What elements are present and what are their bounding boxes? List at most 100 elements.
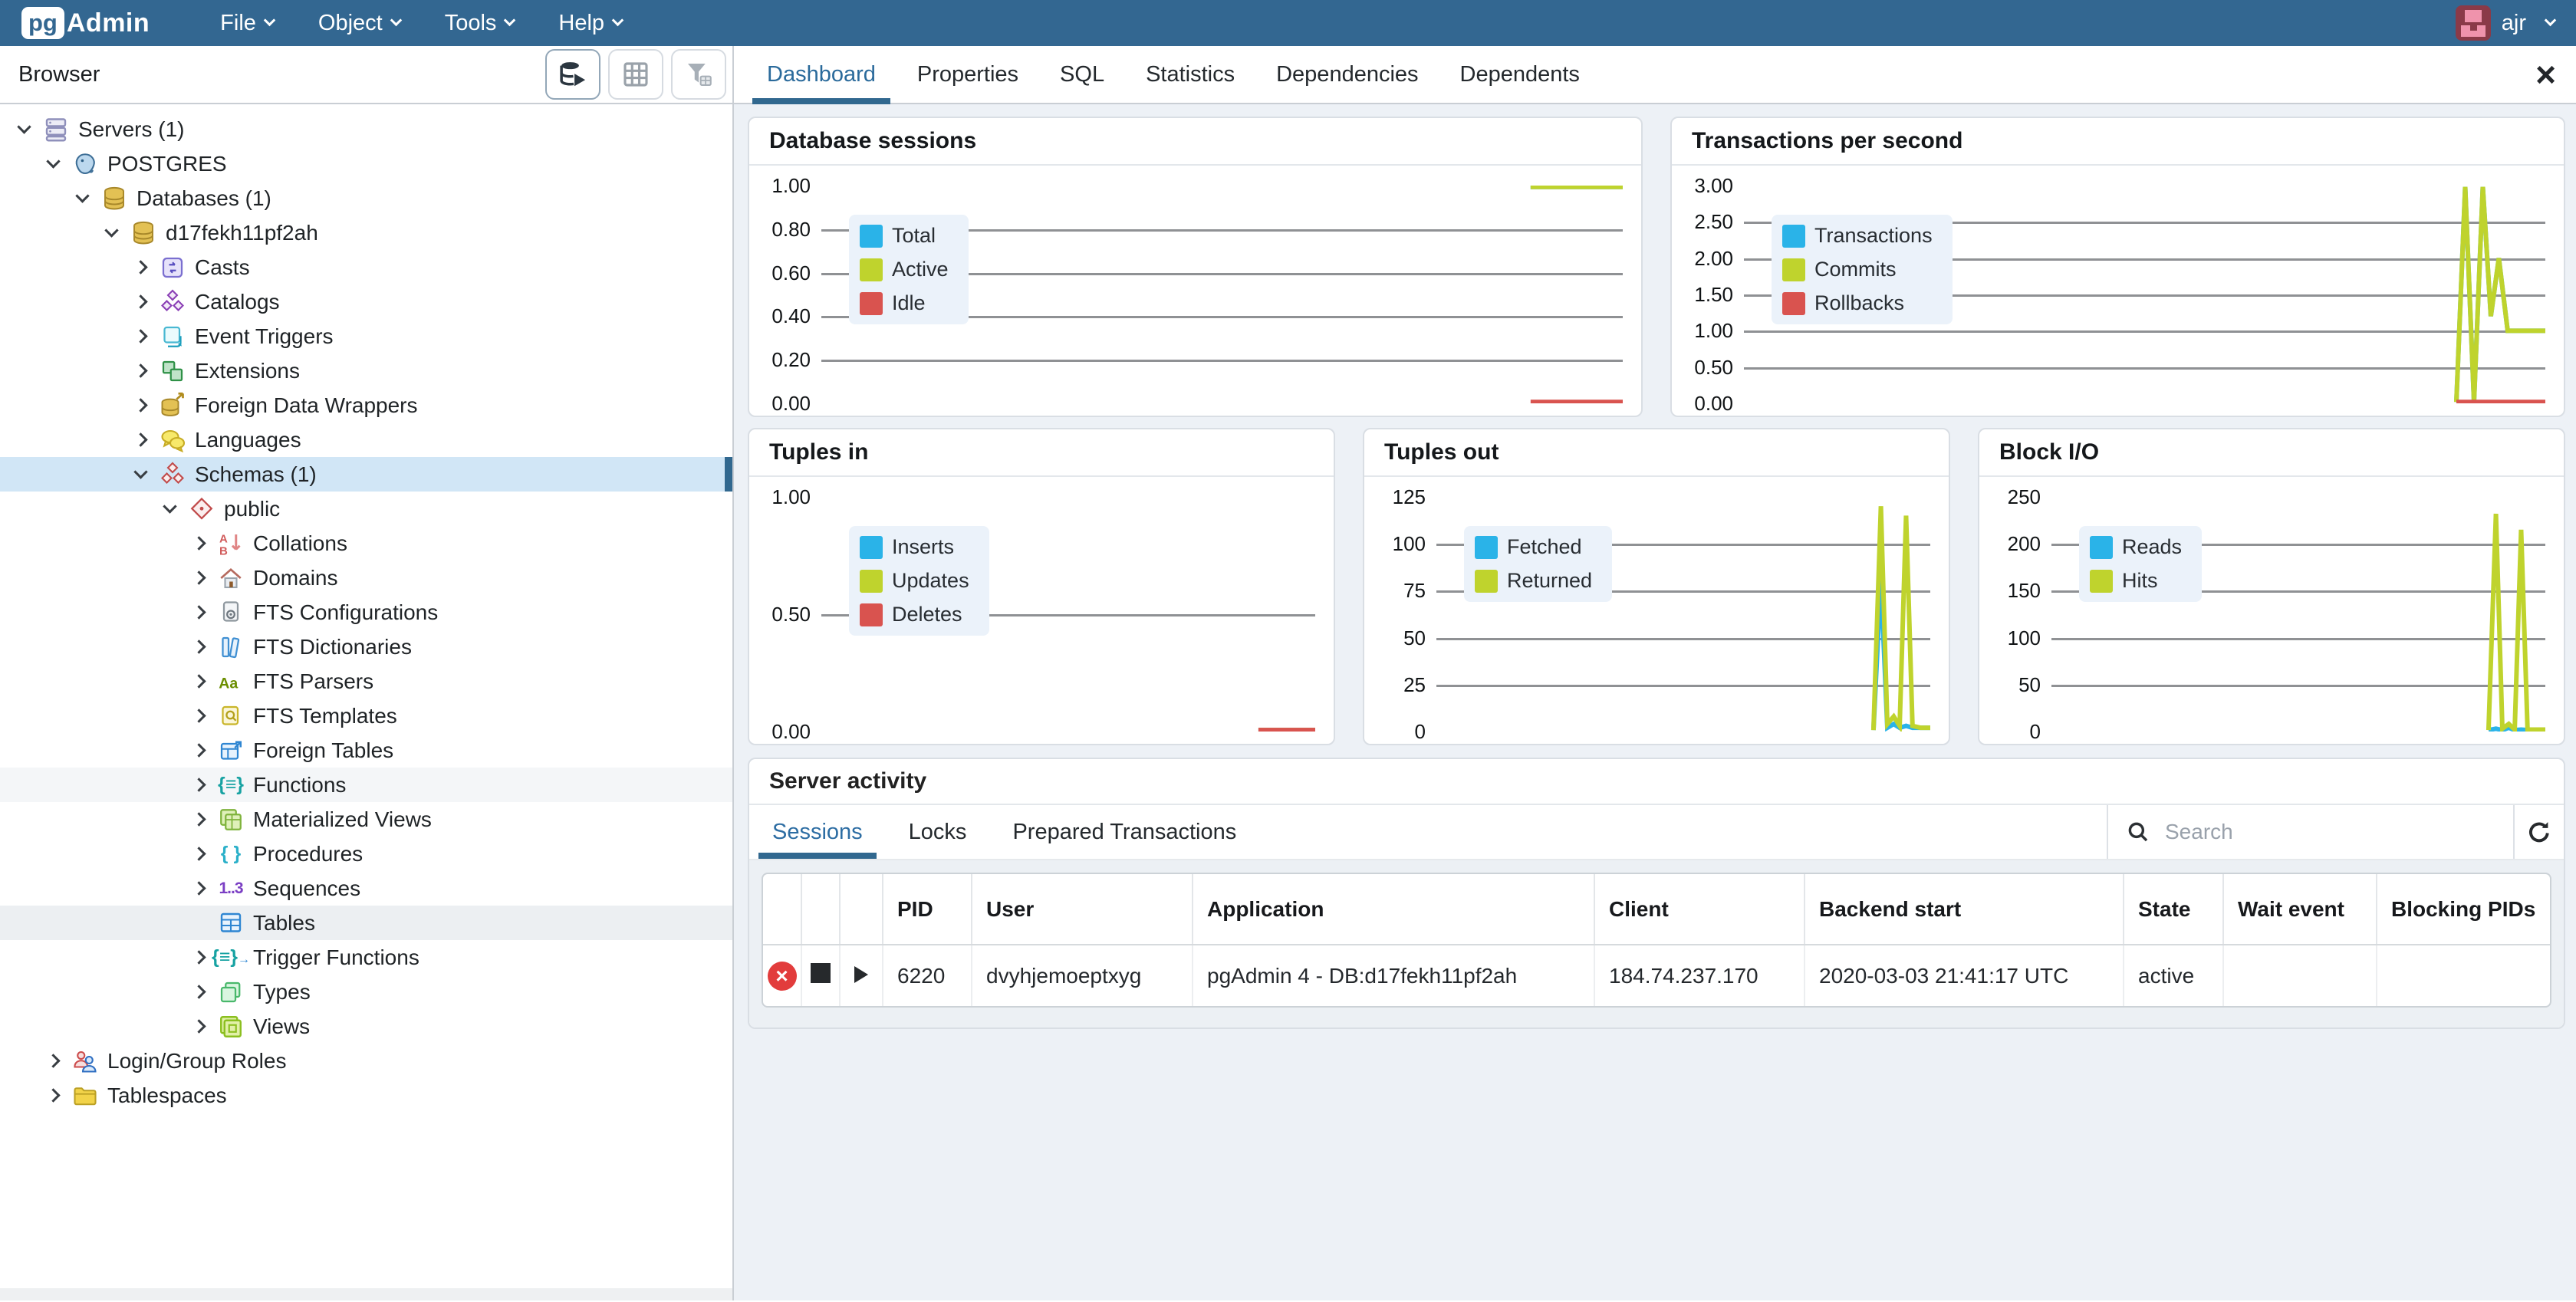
chevron-down-icon [612,15,624,27]
chevron-down-icon[interactable] [17,120,31,133]
tree-item-label: public [224,497,280,521]
chevron-right-icon[interactable] [46,1088,60,1102]
tree-item-fts-parsers[interactable]: AaFTS Parsers [0,664,732,699]
table-row[interactable]: ×6220dvyhjemoeptxygpgAdmin 4 - DB:d17fek… [763,945,2550,1006]
legend-swatch [860,570,883,593]
chevron-right-icon[interactable] [192,709,206,722]
cancel-query-icon[interactable] [811,963,831,983]
column-header-application: Application [1193,874,1594,945]
chevron-right-icon[interactable] [192,570,206,584]
tree-item-postgres[interactable]: POSTGRES [0,146,732,181]
fts-templates-icon [216,702,245,731]
tree-item-materialized-views[interactable]: Materialized Views [0,802,732,837]
refresh-button[interactable] [2513,805,2564,859]
tab-dependents[interactable]: Dependents [1439,46,1601,103]
tree-item-extensions[interactable]: Extensions [0,353,732,388]
column-header-client: Client [1594,874,1805,945]
chevron-right-icon[interactable] [46,1054,60,1067]
tree-item-sequences[interactable]: 1..3Sequences [0,871,732,906]
tree-item-databases-1[interactable]: Databases (1) [0,181,732,215]
tree-item-login-group-roles[interactable]: Login/Group Roles [0,1044,732,1078]
tree-item-event-triggers[interactable]: Event Triggers [0,319,732,353]
chevron-right-icon[interactable] [192,778,206,791]
chevron-down-icon[interactable] [133,465,147,478]
tree-item-schemas-1[interactable]: Schemas (1) [0,457,732,492]
tab-locks[interactable]: Locks [886,805,990,859]
chevron-down-icon[interactable] [163,499,176,513]
chevron-down-icon[interactable] [75,189,89,202]
tree-item-types[interactable]: Types [0,975,732,1009]
tree-scrollbar[interactable] [0,1288,732,1300]
block-io-title: Block I/O [1979,429,2564,477]
tab-prepared-transactions[interactable]: Prepared Transactions [989,805,1259,859]
chevron-right-icon[interactable] [192,674,206,688]
terminate-session-icon[interactable]: × [768,962,797,991]
tree-item-procedures[interactable]: { }Procedures [0,837,732,871]
menu-object[interactable]: Object [301,11,417,36]
expand-row-icon[interactable] [854,966,868,983]
chevron-right-icon[interactable] [133,260,147,274]
tree-item-domains[interactable]: Domains [0,561,732,595]
tree-item-views[interactable]: Views [0,1009,732,1044]
column-header-empty [801,874,840,945]
tab-dashboard[interactable]: Dashboard [746,46,897,103]
tree-item-foreign-tables[interactable]: Foreign Tables [0,733,732,768]
chevron-right-icon[interactable] [192,881,206,895]
pg-logo-text: Admin [67,8,150,38]
tree-item-trigger-functions[interactable]: {≡}→Trigger Functions [0,940,732,975]
tree-item-tables[interactable]: Tables [0,906,732,940]
tree-item-public[interactable]: public [0,492,732,526]
tab-statistics[interactable]: Statistics [1125,46,1255,103]
tab-sql[interactable]: SQL [1039,46,1125,103]
close-icon[interactable]: × [2535,57,2556,92]
username: ajr [2502,11,2526,36]
tree-item-label: FTS Parsers [253,669,373,694]
tree-item-label: Materialized Views [253,807,432,832]
pgadmin-logo: pg Admin [21,7,150,39]
chevron-right-icon[interactable] [133,432,147,446]
chevron-right-icon[interactable] [192,950,206,964]
chevron-right-icon[interactable] [133,363,147,377]
tree-item-catalogs[interactable]: Catalogs [0,284,732,319]
chevron-right-icon[interactable] [192,847,206,860]
tree-item-tablespaces[interactable]: Tablespaces [0,1078,732,1113]
tree-item-fts-templates[interactable]: FTS Templates [0,699,732,733]
legend-swatch [1475,536,1498,559]
menu-tools[interactable]: Tools [428,11,531,36]
filtered-rows-button[interactable] [671,49,726,100]
chevron-right-icon[interactable] [133,294,147,308]
chevron-down-icon[interactable] [104,223,118,237]
tab-properties[interactable]: Properties [897,46,1039,103]
chevron-right-icon[interactable] [192,605,206,619]
tree-item-d17fekh11pf2ah[interactable]: d17fekh11pf2ah [0,215,732,250]
transactions-per-second-title: Transactions per second [1672,118,2564,166]
transactions-per-second-chart: 3.002.502.001.501.000.500.00Transactions… [1672,166,2564,416]
chevron-right-icon[interactable] [133,329,147,343]
view-data-button[interactable] [608,49,663,100]
menu-file[interactable]: File [203,11,291,36]
chevron-right-icon[interactable] [192,985,206,998]
chevron-right-icon[interactable] [192,1019,206,1033]
cell-pid: 6220 [883,945,972,1006]
search-input[interactable] [2165,820,2496,844]
chevron-right-icon[interactable] [192,812,206,826]
tree-item-fts-configurations[interactable]: FTS Configurations [0,595,732,630]
tree-item-functions[interactable]: {≡}Functions [0,768,732,802]
tab-sessions[interactable]: Sessions [749,805,886,859]
chevron-right-icon[interactable] [192,536,206,550]
tree-item-casts[interactable]: Casts [0,250,732,284]
tree-item-foreign-data-wrappers[interactable]: Foreign Data Wrappers [0,388,732,422]
chevron-down-icon[interactable] [46,154,60,168]
topbar: pg Admin File Object Tools Help ajr [0,0,2576,46]
tree-item-languages[interactable]: Languages [0,422,732,457]
tab-dependencies[interactable]: Dependencies [1255,46,1439,103]
tree-item-fts-dictionaries[interactable]: FTS Dictionaries [0,630,732,664]
user-menu[interactable]: ajr [2456,5,2555,41]
menu-help[interactable]: Help [541,11,639,36]
chevron-right-icon[interactable] [133,398,147,412]
chevron-right-icon[interactable] [192,743,206,757]
tree-item-collations[interactable]: ABCollations [0,526,732,561]
chevron-right-icon[interactable] [192,639,206,653]
query-tool-button[interactable] [545,49,600,100]
tree-item-servers-1[interactable]: Servers (1) [0,112,732,146]
